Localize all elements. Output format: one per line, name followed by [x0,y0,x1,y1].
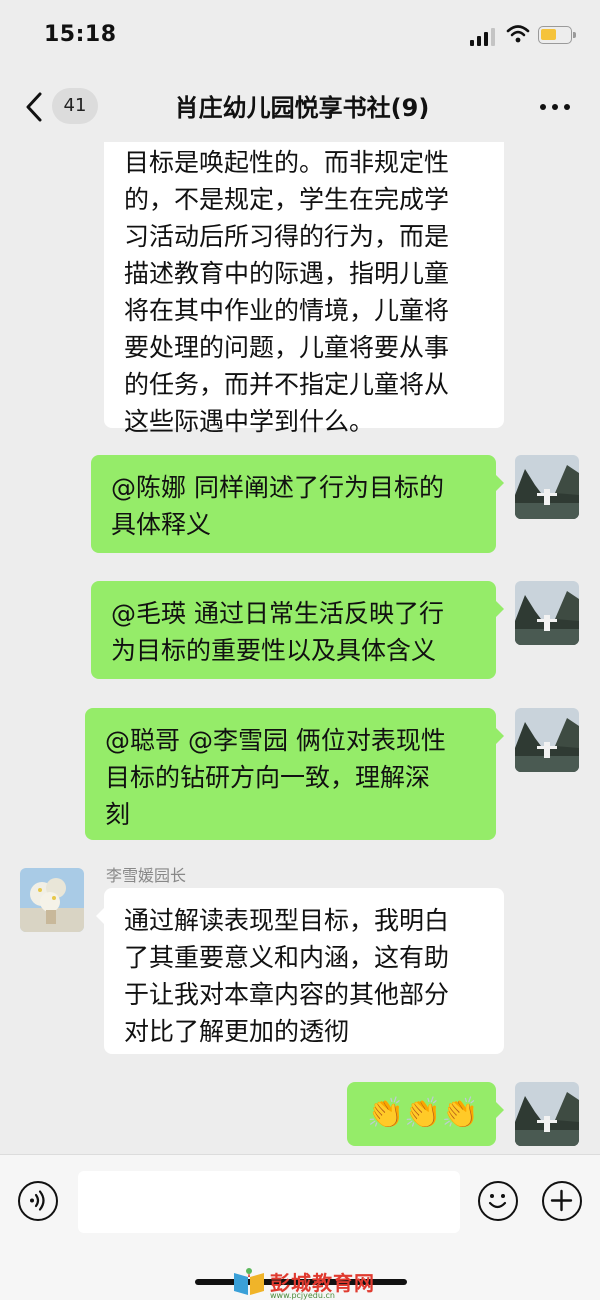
message-line: 为目标的重要性以及具体含义 [111,636,437,665]
message-line: 的，不是规定，学生在完成学 [124,185,450,214]
voice-icon[interactable] [18,1181,58,1221]
my-avatar[interactable] [515,581,579,645]
message-line: 目标的钻研方向一致，理解深 [105,763,431,792]
sender-name: 李雪媛园长 [106,866,187,885]
chat-header: 41 肖庄幼儿园悦享书社(9) [0,72,600,142]
my-avatar[interactable] [515,1082,579,1146]
plus-icon[interactable] [542,1181,582,1221]
battery-icon [538,26,576,44]
message-bubble[interactable]: 👏👏👏 [347,1082,504,1146]
book-logo-icon [234,1268,264,1295]
message-input[interactable] [78,1171,460,1233]
message-line: 目标是唤起性的。而非规定性 [124,148,450,177]
message-bubble[interactable]: 通过解读表现型目标，我明白 了其重要意义和内涵，这有助 于让我对本章内容的其他部… [96,888,504,1054]
message-line: 将在其中作业的情境，儿童将 [124,296,450,325]
message-line: @聪哥 @李雪园 俩位对表现性 [105,726,446,755]
chat-title: 肖庄幼儿园悦享书社(9) [174,94,430,122]
message-line: 刻 [105,800,131,829]
message-line: 了其重要意义和内涵，这有助 [124,943,450,972]
signal-icon [470,28,498,46]
message-list[interactable]: 目标是唤起性的。而非规定性 的，不是规定，学生在完成学 习活动后所习得的行为，而… [0,142,600,1154]
message-bubble[interactable]: @陈娜 同样阐述了行为目标的 具体释义 [91,455,504,553]
sender-avatar[interactable] [20,868,84,932]
message-line: 通过解读表现型目标，我明白 [124,906,450,935]
message-line: @陈娜 同样阐述了行为目标的 [111,473,444,502]
message-line: 具体释义 [111,510,212,539]
message-line: 要处理的问题，儿童将要从事 [124,333,450,362]
status-bar: 15:18 [0,0,600,72]
message-line: 的任务，而并不指定儿童将从 [124,370,450,399]
my-avatar[interactable] [515,708,579,772]
message-bubble[interactable]: 目标是唤起性的。而非规定性 的，不是规定，学生在完成学 习活动后所习得的行为，而… [104,142,504,436]
input-bar: 彭城教育网 www.pcjyedu.cn [0,1154,600,1300]
message-line: 描述教育中的际遇，指明儿童 [124,259,450,288]
message-line: 对比了解更加的透彻 [124,1017,350,1046]
message-line: 习活动后所习得的行为，而是 [124,222,450,251]
wifi-icon [506,25,530,43]
clap-emoji: 👏👏👏 [367,1096,480,1131]
message-line: 这些际遇中学到什么。 [124,407,375,436]
message-line: @毛瑛 通过日常生活反映了行 [111,599,444,628]
more-dots-icon[interactable] [540,104,570,112]
message-bubble[interactable]: @聪哥 @李雪园 俩位对表现性 目标的钻研方向一致，理解深 刻 [85,708,504,840]
message-line: 于让我对本章内容的其他部分 [124,980,450,1009]
message-bubble[interactable]: @毛瑛 通过日常生活反映了行 为目标的重要性以及具体含义 [91,581,504,679]
watermark: 彭城教育网 www.pcjyedu.cn [232,1265,382,1300]
status-time: 15:18 [44,22,117,47]
emoji-icon[interactable] [478,1181,518,1221]
my-avatar[interactable] [515,455,579,519]
